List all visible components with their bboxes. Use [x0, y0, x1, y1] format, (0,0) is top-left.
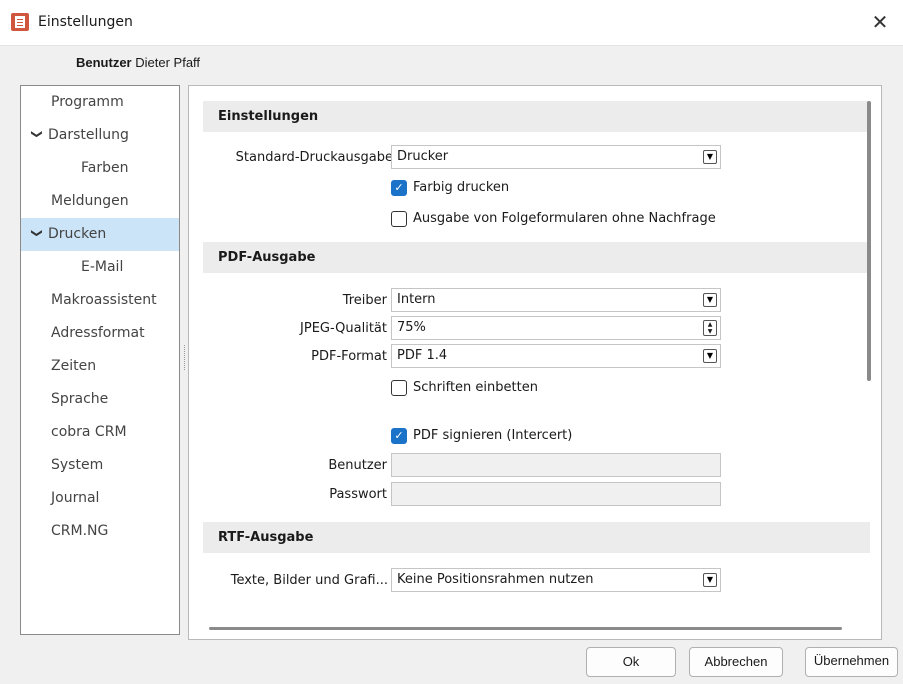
pdf-format-value: PDF 1.4	[397, 348, 448, 363]
pdf-format-label: PDF-Format	[311, 349, 387, 364]
nav-item-e-mail[interactable]: E-Mail	[21, 251, 179, 284]
nav-item-label: Makroassistent	[51, 292, 157, 308]
checkbox-box-icon	[391, 211, 407, 227]
nav-item-label: E-Mail	[81, 259, 124, 275]
nav-item-drucken[interactable]: ❯ Drucken	[21, 218, 179, 251]
treiber-value: Intern	[397, 292, 436, 307]
jpeg-value: 75%	[397, 320, 426, 335]
ok-button[interactable]: Ok	[586, 647, 676, 677]
dropdown-arrow-icon: ▼	[703, 150, 717, 164]
standard-druckausgabe-select[interactable]: Drucker ▼	[391, 145, 721, 169]
jpeg-label: JPEG-Qualität	[300, 321, 387, 336]
pdf-signieren-checkbox[interactable]: ✓ PDF signieren (Intercert)	[391, 426, 572, 446]
nav-item-system[interactable]: System	[21, 449, 179, 482]
nav-item-programm[interactable]: Programm	[21, 86, 179, 119]
nav-item-makroassistent[interactable]: Makroassistent	[21, 284, 179, 317]
checkmark-icon: ✓	[391, 428, 407, 444]
nav-item-label: Meldungen	[51, 193, 129, 209]
folgeformulare-label: Ausgabe von Folgeformularen ohne Nachfra…	[413, 211, 716, 226]
nav-item-label: CRM.NG	[51, 523, 109, 539]
jpeg-quality-spinner[interactable]: 75% ▲ ▼	[391, 316, 721, 340]
dropdown-arrow-icon: ▼	[703, 293, 717, 307]
standard-druckausgabe-value: Drucker	[397, 149, 449, 164]
nav-item-label: Journal	[51, 490, 100, 506]
abbrechen-button[interactable]: Abbrechen	[689, 647, 783, 677]
section-rtf-ausgabe: RTF-Ausgabe	[203, 522, 870, 553]
horizontal-scrollbar[interactable]	[209, 627, 842, 630]
schriften-einbetten-checkbox[interactable]: Schriften einbetten	[391, 378, 538, 398]
dropdown-arrow-icon: ▼	[703, 573, 717, 587]
window-title: Einstellungen	[38, 14, 133, 30]
vertical-scrollbar[interactable]	[867, 101, 871, 381]
nav-item-sprache[interactable]: Sprache	[21, 383, 179, 416]
nav-item-journal[interactable]: Journal	[21, 482, 179, 515]
dropdown-arrow-icon: ▼	[703, 349, 717, 363]
user-name: Dieter Pfaff	[135, 55, 201, 70]
nav-item-label: Adressformat	[51, 325, 145, 341]
uebernehmen-button[interactable]: Übernehmen	[805, 647, 898, 677]
farbig-drucken-checkbox[interactable]: ✓ Farbig drucken	[391, 178, 509, 198]
pdf-format-select[interactable]: PDF 1.4 ▼	[391, 344, 721, 368]
splitter-handle[interactable]	[183, 345, 186, 370]
passwort-label: Passwort	[329, 487, 387, 502]
benutzer-field[interactable]	[391, 453, 721, 477]
nav-item-label: Darstellung	[48, 127, 129, 143]
title-bar: Einstellungen ✕	[0, 0, 903, 46]
nav-item-label: cobra CRM	[51, 424, 127, 440]
settings-panel: Einstellungen Standard-Druckausgabe Druc…	[188, 85, 882, 640]
nav-item-adressformat[interactable]: Adressformat	[21, 317, 179, 350]
folgeformulare-checkbox[interactable]: Ausgabe von Folgeformularen ohne Nachfra…	[391, 209, 716, 229]
nav-item-farben[interactable]: Farben	[21, 152, 179, 185]
nav-item-meldungen[interactable]: Meldungen	[21, 185, 179, 218]
standard-druckausgabe-label: Standard-Druckausgabe	[235, 150, 393, 165]
nav-item-crm-ng[interactable]: CRM.NG	[21, 515, 179, 548]
signieren-label: PDF signieren (Intercert)	[413, 428, 573, 443]
nav-item-label: Drucken	[48, 226, 107, 242]
passwort-field[interactable]	[391, 482, 721, 506]
section-pdf-ausgabe: PDF-Ausgabe	[203, 242, 870, 273]
settings-document-icon	[11, 13, 29, 31]
nav-item-zeiten[interactable]: Zeiten	[21, 350, 179, 383]
texte-value: Keine Positionsrahmen nutzen	[397, 572, 594, 587]
nav-item-label: Zeiten	[51, 358, 97, 374]
benutzer-label: Benutzer	[328, 458, 387, 473]
spin-updown-icon[interactable]: ▲ ▼	[703, 320, 717, 336]
texte-select[interactable]: Keine Positionsrahmen nutzen ▼	[391, 568, 721, 592]
nav-item-label: System	[51, 457, 104, 473]
checkbox-box-icon	[391, 380, 407, 396]
schriften-label: Schriften einbetten	[413, 380, 538, 395]
user-label: Benutzer	[76, 55, 132, 70]
nav-item-label: Programm	[51, 94, 124, 110]
nav-item-label: Sprache	[51, 391, 109, 407]
nav-item-cobra-crm[interactable]: cobra CRM	[21, 416, 179, 449]
user-line: Benutzer Dieter Pfaff	[76, 55, 200, 70]
texte-label: Texte, Bilder und Grafi...	[230, 573, 388, 588]
treiber-select[interactable]: Intern ▼	[391, 288, 721, 312]
checkmark-icon: ✓	[391, 180, 407, 196]
nav-item-label: Farben	[81, 160, 129, 176]
settings-nav-tree: Programm ❯ Darstellung Farben Meldungen ❯ Druc…	[20, 85, 180, 635]
farbig-drucken-label: Farbig drucken	[413, 180, 510, 195]
nav-item-darstellung[interactable]: ❯ Darstellung	[21, 119, 179, 152]
treiber-label: Treiber	[342, 293, 387, 308]
section-einstellungen: Einstellungen	[203, 101, 870, 132]
close-button[interactable]: ✕	[857, 0, 903, 46]
